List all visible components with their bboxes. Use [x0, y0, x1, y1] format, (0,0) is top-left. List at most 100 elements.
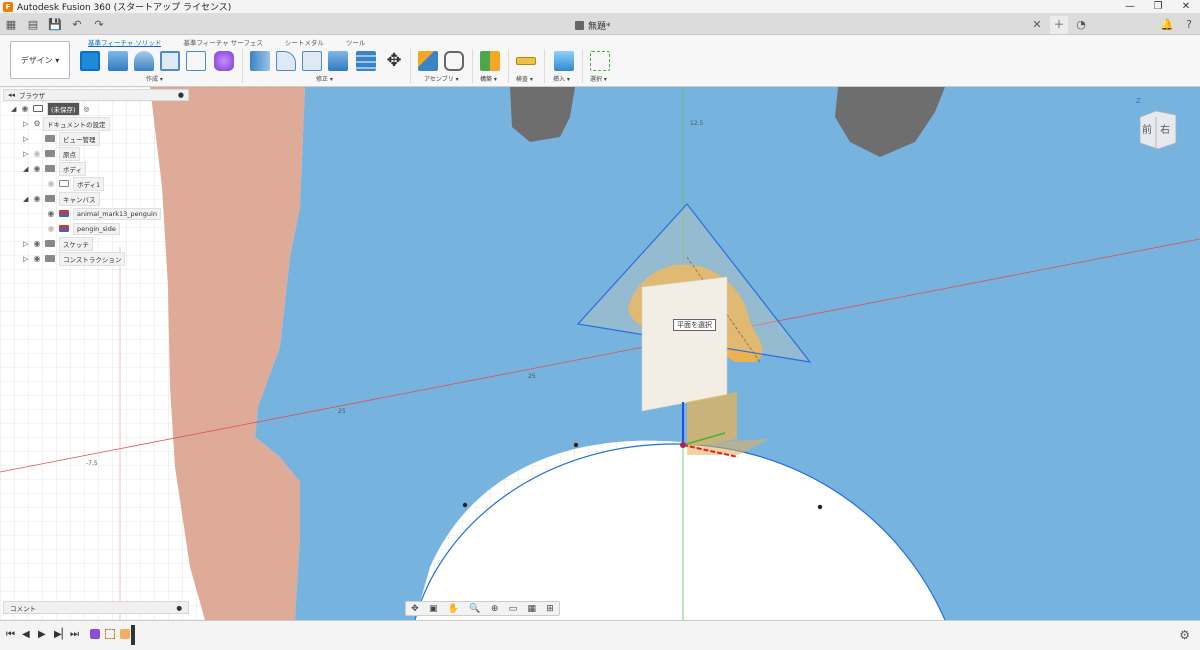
timeline-marker[interactable]: [131, 625, 135, 645]
work-plane[interactable]: [641, 276, 728, 412]
step-back-icon[interactable]: ◀: [22, 629, 30, 640]
sketch-point[interactable]: [462, 502, 468, 508]
minimize-button[interactable]: —: [1116, 0, 1144, 14]
visibility-eye-icon[interactable]: ◉: [19, 104, 31, 113]
revolve-icon[interactable]: [134, 51, 154, 71]
browser-item-document-settings[interactable]: ▷ ⚙ ドキュメントの設定: [3, 116, 189, 131]
sketch-point[interactable]: [817, 504, 823, 510]
offset-plane-icon[interactable]: [480, 51, 500, 71]
hidden-eye-icon[interactable]: ◉: [31, 149, 43, 158]
visibility-eye-icon[interactable]: ◉: [31, 254, 43, 263]
view-cube-front[interactable]: 前: [1142, 123, 1152, 136]
tab-sheetmetal[interactable]: シートメタル: [285, 37, 324, 47]
visibility-eye-icon[interactable]: ◉: [31, 194, 43, 203]
tab-solid[interactable]: 基準フィーチャ ソリッド: [88, 37, 162, 47]
browser-item-origin[interactable]: ▷ ◉ 原点: [3, 146, 189, 161]
redo-icon[interactable]: ↷: [90, 17, 108, 33]
hidden-eye-icon[interactable]: ◉: [45, 224, 57, 233]
close-tab-icon[interactable]: ✕: [1028, 16, 1046, 34]
browser-item-construction[interactable]: ▷ ◉ コンストラクション: [3, 251, 189, 266]
expand-triangle-icon[interactable]: ▷: [23, 120, 31, 128]
expand-triangle-icon[interactable]: ▷: [23, 240, 31, 248]
save-icon[interactable]: 💾: [46, 17, 64, 33]
browser-item-canvas-side[interactable]: ◉ pengin_side: [3, 221, 189, 236]
collapse-browser-icon[interactable]: ◂◂: [8, 91, 15, 99]
pattern-icon[interactable]: [186, 51, 206, 71]
expand-triangle-icon[interactable]: ◢: [11, 105, 19, 113]
grid-settings-icon[interactable]: ▦: [527, 604, 536, 614]
assemble-group-label[interactable]: アセンブリ ▾: [424, 74, 459, 83]
visibility-eye-icon[interactable]: ◉: [31, 164, 43, 173]
maximize-button[interactable]: ❐: [1144, 0, 1172, 14]
zoom-window-icon[interactable]: ⊕: [491, 604, 499, 614]
view-cube[interactable]: 前 右 Z: [1136, 97, 1180, 151]
zoom-icon[interactable]: 🔍: [469, 604, 480, 614]
job-status-icon[interactable]: ◔: [1072, 16, 1090, 34]
expand-triangle-icon[interactable]: ◢: [23, 195, 31, 203]
viewports-icon[interactable]: ⊞: [546, 604, 554, 614]
press-pull-icon[interactable]: [250, 51, 270, 71]
measure-icon[interactable]: [516, 57, 536, 65]
browser-root-row[interactable]: ◢ ◉ (未保存) ◎: [3, 101, 189, 116]
new-component-icon[interactable]: [418, 51, 438, 71]
joint-icon[interactable]: [444, 51, 464, 71]
sketch-point[interactable]: [573, 442, 579, 448]
go-to-end-icon[interactable]: ⏭: [70, 629, 79, 640]
help-icon[interactable]: ?: [1180, 16, 1198, 34]
browser-item-canvases[interactable]: ◢ ◉ キャンバス: [3, 191, 189, 206]
browser-item-canvas-penguin[interactable]: ◉ animal_mark13_penguin: [3, 206, 189, 221]
notifications-icon[interactable]: 🔔: [1158, 16, 1176, 34]
close-window-button[interactable]: ✕: [1172, 0, 1200, 14]
extrude-icon[interactable]: [108, 51, 128, 71]
insert-group-label[interactable]: 挿入 ▾: [553, 74, 570, 83]
visibility-eye-icon[interactable]: ◉: [31, 239, 43, 248]
play-icon[interactable]: ▶: [38, 629, 46, 640]
create-form-icon[interactable]: [214, 51, 234, 71]
browser-item-sketches[interactable]: ▷ ◉ スケッチ: [3, 236, 189, 251]
orbit-icon[interactable]: ✥: [411, 604, 419, 614]
origin-point[interactable]: [680, 442, 686, 448]
select-icon[interactable]: [590, 51, 610, 71]
visibility-eye-icon[interactable]: ◉: [45, 209, 57, 218]
hole-icon[interactable]: [160, 51, 180, 71]
step-forward-icon[interactable]: ▶▏: [54, 629, 69, 640]
go-to-start-icon[interactable]: ⏮: [6, 629, 15, 640]
look-at-icon[interactable]: ▣: [429, 604, 438, 614]
insert-image-icon[interactable]: [554, 51, 574, 71]
display-settings-icon[interactable]: ▭: [509, 604, 518, 614]
browser-item-bodies[interactable]: ◢ ◉ ボディ: [3, 161, 189, 176]
tab-surface[interactable]: 基準フィーチャ サーフェス: [183, 37, 262, 47]
expand-triangle-icon[interactable]: ▷: [23, 255, 31, 263]
active-radio-icon[interactable]: ◎: [84, 105, 90, 113]
expand-triangle-icon[interactable]: ▷: [23, 150, 31, 158]
timeline-feature-form[interactable]: [90, 629, 100, 639]
workspace-switcher-button[interactable]: デザイン ▾: [10, 41, 70, 79]
timeline-feature-canvas[interactable]: [120, 629, 130, 639]
comments-panel[interactable]: コメント ●: [3, 601, 189, 614]
tab-tools[interactable]: ツール: [346, 37, 366, 47]
document-tab[interactable]: 無題*: [575, 17, 611, 33]
inspect-group-label[interactable]: 検査 ▾: [516, 74, 533, 83]
grid-apps-icon[interactable]: ▦: [2, 17, 20, 33]
browser-pin-icon[interactable]: ●: [178, 91, 184, 99]
modify-group-label[interactable]: 修正 ▾: [316, 74, 333, 83]
hidden-eye-icon[interactable]: ◉: [45, 179, 57, 188]
browser-item-body1[interactable]: ◉ ボディ1: [3, 176, 189, 191]
move-icon[interactable]: ✥: [384, 51, 404, 71]
select-group-label[interactable]: 選択 ▾: [590, 74, 607, 83]
file-menu-icon[interactable]: ▤: [24, 17, 42, 33]
construct-group-label[interactable]: 構築 ▾: [480, 74, 497, 83]
view-cube-right[interactable]: 右: [1160, 123, 1170, 136]
expand-triangle-icon[interactable]: ◢: [23, 165, 31, 173]
create-sketch-icon[interactable]: [80, 51, 100, 71]
timeline-settings-gear-icon[interactable]: ⚙: [1179, 628, 1190, 642]
fillet-icon[interactable]: [276, 51, 296, 71]
browser-item-named-views[interactable]: ▷ ビュー管理: [3, 131, 189, 146]
expand-triangle-icon[interactable]: ▷: [23, 135, 31, 143]
create-group-label[interactable]: 作成 ▾: [146, 74, 163, 83]
chamfer-icon[interactable]: [302, 51, 322, 71]
timeline-feature-sketch[interactable]: [105, 629, 115, 639]
combine-icon[interactable]: [356, 51, 376, 71]
shell-icon[interactable]: [328, 51, 348, 71]
undo-icon[interactable]: ↶: [68, 17, 86, 33]
